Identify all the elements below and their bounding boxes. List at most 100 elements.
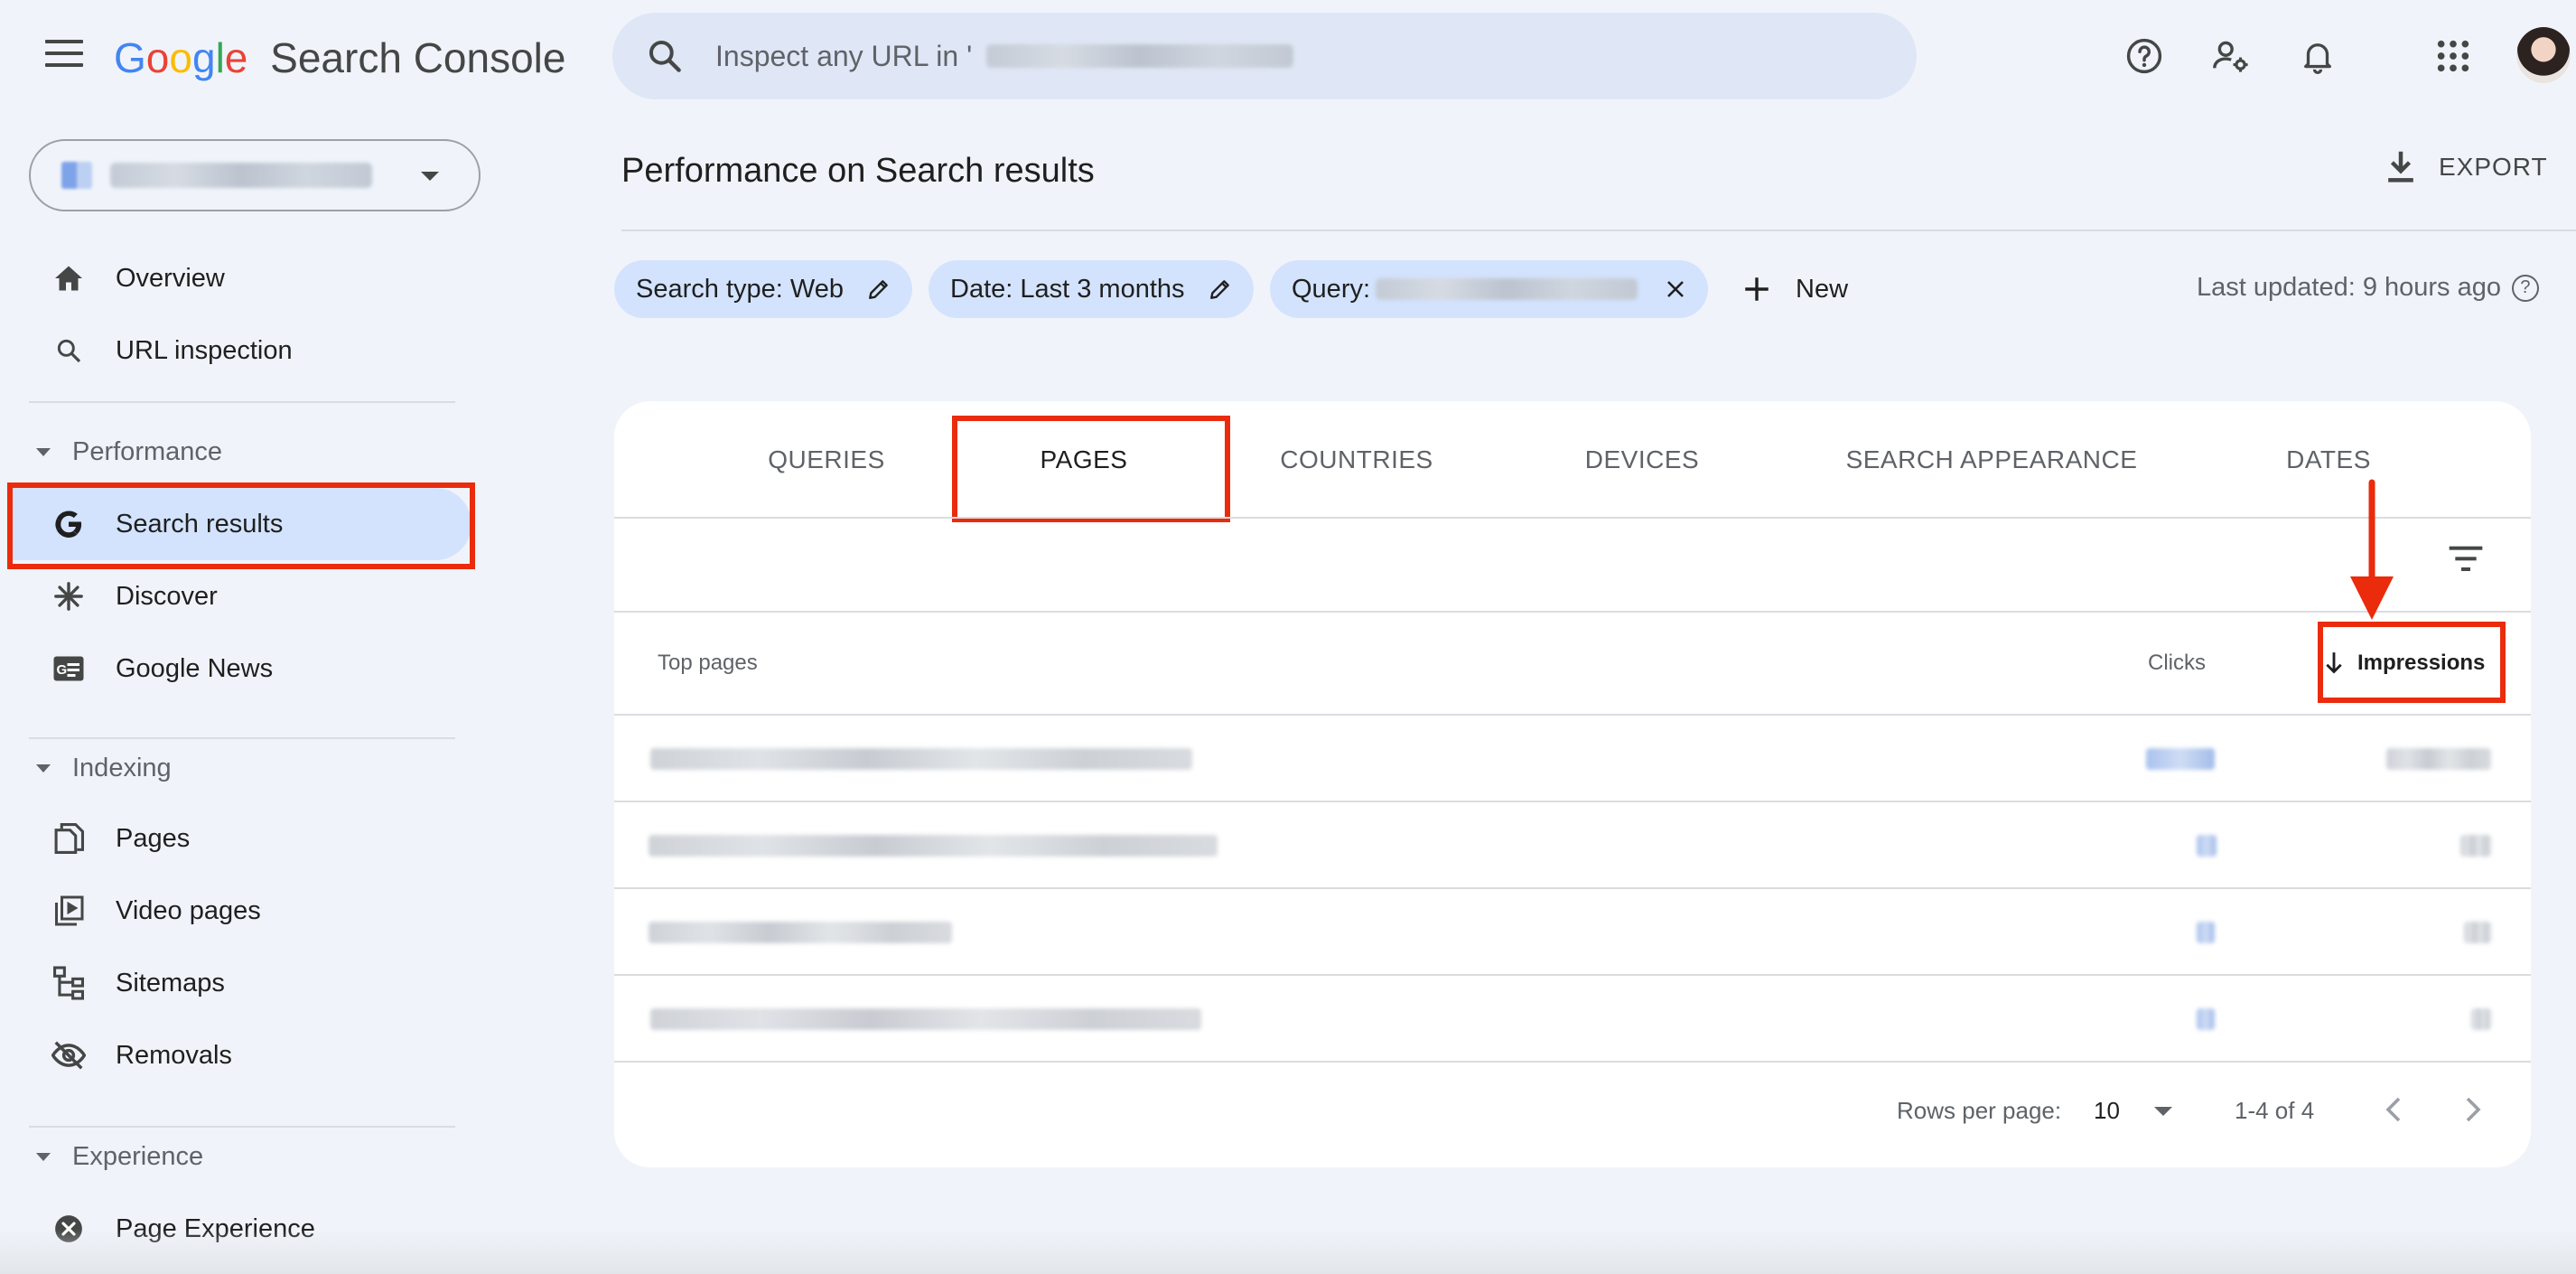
url-inspect-input[interactable] <box>715 39 986 73</box>
sitemap-icon <box>51 965 87 1001</box>
redacted-page-url <box>650 1008 1201 1030</box>
sidebar-item-label: Sitemaps <box>116 968 225 998</box>
redacted-clicks <box>2197 1008 2215 1030</box>
tab-search-appearance[interactable]: SEARCH APPEARANCE <box>1797 401 2186 519</box>
collapse-triangle-icon <box>36 1152 51 1161</box>
header-divider <box>621 230 2576 231</box>
sidebar-item-google-news[interactable]: G Google News <box>0 632 479 705</box>
table-row[interactable] <box>614 716 2531 802</box>
eye-off-icon <box>51 1037 87 1073</box>
rows-per-page-select[interactable]: 10 <box>2094 1097 2172 1125</box>
plus-icon <box>1745 277 1769 301</box>
sidebar-divider <box>29 1126 455 1128</box>
section-heading: Indexing <box>72 753 172 782</box>
asterisk-icon <box>51 578 87 614</box>
redacted-page-url <box>649 835 1218 857</box>
sidebar-item-search-results[interactable]: Search results <box>9 488 471 560</box>
table-row[interactable] <box>614 976 2531 1063</box>
redacted-clicks <box>2197 835 2217 857</box>
last-updated-text: Last updated: 9 hours ago <box>2197 273 2501 302</box>
column-header-clicks[interactable]: Clicks <box>2148 651 2206 676</box>
column-header-impressions[interactable]: Impressions <box>2323 651 2485 676</box>
section-heading: Performance <box>72 436 223 466</box>
product-name: Search Console <box>270 34 566 81</box>
export-label: EXPORT <box>2439 153 2548 181</box>
table-row[interactable] <box>614 802 2531 889</box>
property-selector[interactable] <box>29 139 481 211</box>
help-icon[interactable]: ? <box>2511 274 2539 302</box>
tab-pages[interactable]: PAGES <box>966 401 1201 519</box>
sidebar-item-sitemaps[interactable]: Sitemaps <box>0 947 479 1019</box>
help-icon[interactable] <box>2121 33 2168 80</box>
sidebar-item-video-pages[interactable]: Video pages <box>0 875 479 947</box>
chevron-left-icon <box>2385 1097 2401 1122</box>
tab-countries[interactable]: COUNTRIES <box>1228 401 1485 519</box>
sidebar-divider <box>29 401 455 403</box>
filter-rows-icon[interactable] <box>2448 544 2484 577</box>
sidebar-item-label: Video pages <box>116 895 261 925</box>
filter-chip-date[interactable]: Date: Last 3 months <box>929 260 1254 318</box>
table-row[interactable] <box>614 889 2531 976</box>
rows-per-page-label: Rows per page: <box>1897 1097 2062 1124</box>
page-experience-icon <box>51 1211 87 1247</box>
previous-page-button[interactable] <box>2375 1091 2412 1128</box>
search-icon <box>649 40 681 72</box>
video-pages-icon <box>51 893 87 929</box>
close-icon[interactable] <box>1665 278 1686 300</box>
sidebar-section-experience[interactable]: Experience <box>36 1131 203 1182</box>
apps-grid-icon[interactable] <box>2430 33 2477 80</box>
add-filter-button[interactable]: New <box>1741 262 1848 316</box>
redacted-impressions <box>2464 922 2491 943</box>
tab-devices[interactable]: DEVICES <box>1517 401 1767 519</box>
sidebar-item-overview[interactable]: Overview <box>0 242 479 314</box>
tab-queries[interactable]: QUERIES <box>714 401 939 519</box>
manage-users-icon[interactable] <box>2207 33 2254 80</box>
chevron-down-icon <box>421 172 439 181</box>
chevron-right-icon <box>2466 1097 2481 1122</box>
redacted-query-value <box>1376 278 1638 300</box>
last-updated-status: Last updated: 9 hours ago ? <box>2197 273 2539 303</box>
edit-pencil-icon <box>869 280 888 299</box>
sidebar-item-label: Overview <box>116 263 225 293</box>
sidebar-item-removals[interactable]: Removals <box>0 1019 479 1091</box>
account-avatar[interactable] <box>2516 27 2571 83</box>
sidebar-section-indexing[interactable]: Indexing <box>36 743 172 793</box>
redacted-page-url <box>649 922 952 943</box>
url-inspect-search-bar[interactable] <box>612 13 1917 99</box>
annotation-arrow <box>2350 479 2394 620</box>
logo-letter: g <box>191 34 216 81</box>
column-header-top-pages: Top pages <box>658 651 758 675</box>
sidebar-item-url-inspection[interactable]: URL inspection <box>0 314 479 387</box>
redacted-property-name <box>986 44 1293 68</box>
sidebar-item-label: Page Experience <box>116 1213 315 1243</box>
sidebar-item-label: URL inspection <box>116 335 293 365</box>
chip-label: Query: <box>1292 274 1371 304</box>
sidebar-item-pages[interactable]: Pages <box>0 802 479 875</box>
rows-per-page-value: 10 <box>2094 1097 2120 1124</box>
sidebar-item-page-experience[interactable]: Page Experience <box>0 1193 479 1265</box>
next-page-button[interactable] <box>2455 1091 2491 1128</box>
search-console-logo[interactable]: Google Search Console <box>114 33 565 83</box>
collapse-triangle-icon <box>36 447 51 456</box>
toolbar-divider <box>614 611 2531 613</box>
tab-dates[interactable]: DATES <box>2213 401 2444 519</box>
impressions-label: Impressions <box>2357 651 2486 675</box>
redacted-impressions <box>2460 835 2491 857</box>
redacted-page-url <box>650 748 1192 770</box>
sidebar-item-label: Google News <box>116 653 274 683</box>
notifications-bell-icon[interactable] <box>2294 33 2341 80</box>
filter-chip-search-type[interactable]: Search type: Web <box>614 260 912 318</box>
chip-label: Search type: Web <box>636 274 844 304</box>
sidebar-section-performance[interactable]: Performance <box>36 426 222 477</box>
main-menu-icon[interactable] <box>45 40 83 70</box>
collapse-triangle-icon <box>36 763 51 773</box>
logo-letter: o <box>145 34 170 81</box>
chevron-down-icon <box>2153 1106 2172 1116</box>
filter-chip-query[interactable]: Query: <box>1270 260 1709 318</box>
export-button[interactable]: EXPORT <box>2385 150 2548 184</box>
sidebar-item-label: Discover <box>116 581 218 611</box>
property-favicon-icon <box>61 162 92 189</box>
redacted-clicks <box>2146 748 2215 770</box>
edit-pencil-icon <box>1209 280 1229 299</box>
sidebar-item-discover[interactable]: Discover <box>0 560 479 632</box>
